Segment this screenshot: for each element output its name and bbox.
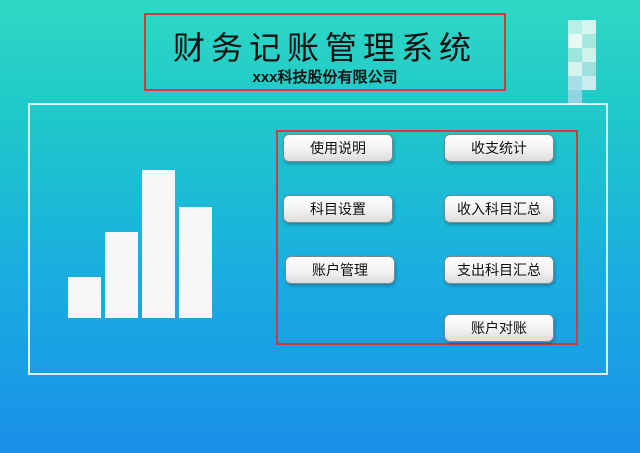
- button-group-frame: [276, 130, 578, 345]
- usage-guide-button[interactable]: 使用说明: [283, 134, 393, 162]
- income-expense-stats-button[interactable]: 收支统计: [444, 134, 554, 162]
- title-box: 财务记账管理系统 xxx科技股份有限公司: [144, 13, 506, 91]
- account-management-button[interactable]: 账户管理: [285, 256, 395, 284]
- account-reconciliation-button[interactable]: 账户对账: [444, 314, 554, 342]
- income-subject-summary-button[interactable]: 收入科目汇总: [444, 195, 554, 223]
- blurred-logo: [568, 20, 608, 110]
- company-name: xxx科技股份有限公司: [252, 69, 398, 86]
- subject-settings-button[interactable]: 科目设置: [283, 195, 393, 223]
- expense-subject-summary-button[interactable]: 支出科目汇总: [444, 256, 554, 284]
- chart-bar: [105, 232, 138, 318]
- chart-bar: [142, 170, 175, 318]
- chart-bar: [68, 277, 101, 318]
- bar-chart-icon: [68, 170, 214, 318]
- chart-bar: [179, 207, 212, 318]
- app-title: 财务记账管理系统: [172, 29, 477, 67]
